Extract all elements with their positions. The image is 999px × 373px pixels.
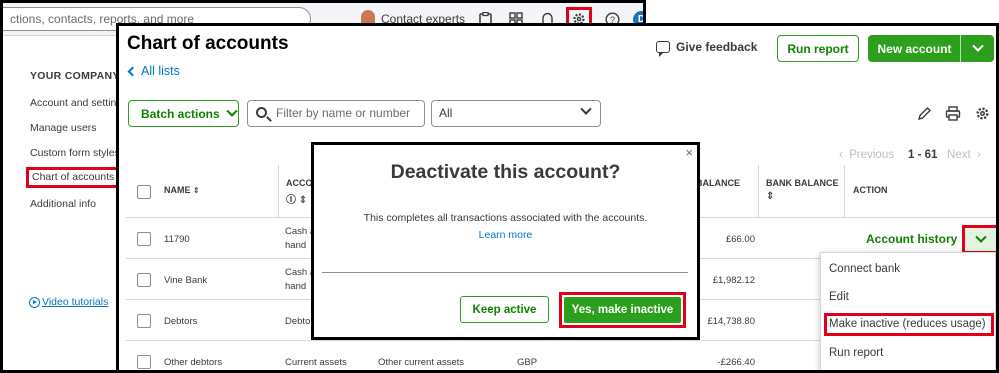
- account-balance: £14,738.80: [707, 316, 755, 327]
- learn-more-link[interactable]: Learn more: [314, 229, 697, 241]
- menu-item-manage-users[interactable]: Manage users: [30, 122, 97, 134]
- account-balance: £1,982.12: [712, 275, 755, 286]
- chevron-down-icon: [971, 40, 984, 52]
- row-action-menu: Connect bank Edit Make inactive (reduces…: [820, 252, 996, 370]
- column-divider: [758, 165, 759, 218]
- account-type-select[interactable]: All: [431, 100, 601, 127]
- account-name: Vine Bank: [164, 275, 208, 286]
- chevron-right-icon: ›: [977, 149, 981, 161]
- account-history-link[interactable]: Account history: [866, 232, 957, 246]
- chevron-down-icon: [974, 231, 987, 243]
- account-type: Debto: [285, 316, 311, 327]
- select-all-checkbox[interactable]: [137, 185, 151, 199]
- run-report-button[interactable]: Run report: [777, 35, 859, 62]
- menu-item-make-inactive[interactable]: Make inactive (reduces usage): [824, 313, 994, 336]
- account-type-line2: hand: [285, 281, 307, 292]
- sort-icon: ⇕: [766, 191, 775, 202]
- feedback-icon: [656, 41, 670, 57]
- account-name: Other debtors: [164, 357, 223, 368]
- sort-icon: ⇕: [193, 186, 200, 195]
- table-settings-gear-icon[interactable]: [973, 104, 991, 122]
- search-icon: [256, 107, 267, 118]
- menu-item-edit[interactable]: Edit: [829, 291, 849, 303]
- row-action-dropdown-button[interactable]: [962, 225, 996, 254]
- pager-next-label: Next: [947, 149, 971, 161]
- pager-previous-label: Previous: [849, 149, 894, 161]
- batch-actions-button[interactable]: Batch actions: [128, 100, 239, 127]
- edit-pencil-icon[interactable]: [915, 104, 933, 122]
- menu-item-custom-form-styles[interactable]: Custom form styles: [30, 147, 120, 159]
- chevron-left-icon: ‹: [839, 149, 843, 161]
- account-balance: -£266.40: [717, 357, 755, 368]
- make-inactive-highlight: Yes, make inactive: [559, 292, 686, 328]
- filter-by-name-input[interactable]: Filter by name or number: [247, 100, 425, 127]
- column-divider: [844, 165, 845, 218]
- info-icon: ⓘ ⇕: [286, 195, 308, 206]
- bank-balance-column-header[interactable]: BANK BALANCE: [766, 178, 839, 188]
- video-tutorials-link[interactable]: Video tutorials: [29, 296, 108, 308]
- name-column-label: NAME: [164, 185, 191, 195]
- your-company-heading: YOUR COMPANY: [30, 70, 120, 82]
- row-checkbox[interactable]: [137, 232, 151, 246]
- row-checkbox[interactable]: [137, 273, 151, 287]
- pager-previous[interactable]: ‹ Previous: [839, 149, 894, 161]
- account-name: Debtors: [164, 316, 198, 327]
- menu-item-account-settings[interactable]: Account and settings: [30, 97, 127, 109]
- pager-next[interactable]: Next ›: [947, 149, 981, 161]
- menu-item-connect-bank[interactable]: Connect bank: [829, 263, 900, 275]
- column-divider: [278, 165, 279, 218]
- account-balance: £66.00: [725, 234, 755, 245]
- all-lists-link[interactable]: All lists: [127, 64, 180, 78]
- action-column-header: ACTION: [853, 185, 888, 195]
- menu-item-additional-info[interactable]: Additional info: [30, 198, 96, 210]
- dialog-message: This completes all transactions associat…: [363, 212, 648, 224]
- video-tutorials-label: Video tutorials: [42, 296, 109, 308]
- dialog-divider: [322, 272, 688, 273]
- account-type: Current assets: [285, 357, 347, 368]
- give-feedback-label: Give feedback: [676, 40, 758, 54]
- menu-item-chart-of-accounts[interactable]: Chart of accounts: [26, 167, 122, 188]
- page-title: Chart of accounts: [127, 33, 289, 54]
- name-column-header[interactable]: NAME ⇕: [164, 185, 200, 195]
- account-type-line2: hand: [285, 240, 307, 251]
- play-icon: [29, 296, 40, 308]
- keep-active-button[interactable]: Keep active: [460, 296, 549, 323]
- balance-column-header[interactable]: BALANCE: [696, 178, 740, 188]
- account-type-value: All: [439, 106, 453, 120]
- new-account-button[interactable]: New account: [868, 35, 961, 62]
- close-icon[interactable]: ×: [685, 145, 693, 160]
- account-name: 11790: [164, 234, 190, 245]
- all-lists-label: All lists: [141, 64, 180, 78]
- currency: GBP: [517, 357, 538, 368]
- detail-type: Other current assets: [378, 357, 465, 368]
- chart-of-accounts-window: Chart of accounts All lists Give feedbac…: [116, 23, 999, 373]
- row-checkbox[interactable]: [137, 355, 151, 369]
- chevron-down-icon: [580, 103, 592, 115]
- give-feedback-button[interactable]: Give feedback: [656, 40, 758, 57]
- gear-menu-panel: YOUR COMPANY Account and settings Manage…: [12, 43, 132, 368]
- new-account-dropdown-button[interactable]: [960, 35, 994, 62]
- print-icon[interactable]: [944, 104, 962, 122]
- dialog-title: Deactivate this account?: [390, 161, 621, 183]
- yes-make-inactive-button[interactable]: Yes, make inactive: [564, 297, 681, 323]
- filter-placeholder: Filter by name or number: [276, 106, 411, 120]
- row-checkbox[interactable]: [137, 314, 151, 328]
- chevron-down-icon: [226, 105, 238, 117]
- deactivate-account-dialog: × Deactivate this account? This complete…: [311, 142, 700, 340]
- pager-range: 1 - 61: [908, 149, 938, 161]
- chevron-left-icon: [127, 66, 138, 77]
- menu-item-run-report[interactable]: Run report: [829, 347, 883, 359]
- account-type-column-header[interactable]: ACCO: [286, 178, 313, 188]
- batch-actions-label: Batch actions: [141, 106, 220, 121]
